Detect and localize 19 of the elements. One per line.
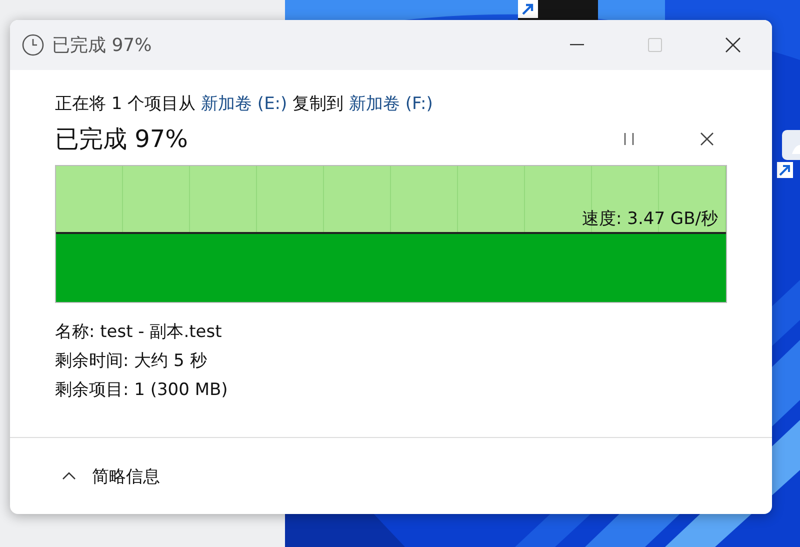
detail-line: 剩余时间: 大约 5 秒 <box>55 350 208 372</box>
speed-label: 速度: 3.47 GB/秒 <box>582 208 718 230</box>
shortcut-icon <box>518 0 538 18</box>
caret-icon <box>62 471 76 481</box>
detail-line: 剩余项目: 1 (300 MB) <box>55 379 229 401</box>
clock-icon <box>22 34 44 56</box>
minimize-icon <box>570 44 584 46</box>
copy-description: 正在将 1 个项目从 新加卷 (E:) 复制到 新加卷 (F:) <box>55 93 434 115</box>
window-title: 已完成 97% <box>52 34 153 57</box>
drive-link[interactable]: 新加卷 (E:) <box>201 94 288 114</box>
progress-title: 已完成 97% <box>55 124 189 155</box>
app-shortcut-icon <box>774 128 800 178</box>
maximize-icon <box>648 38 662 52</box>
pause-icon <box>623 132 635 146</box>
detail-line: 名称: test - 副本.test <box>55 321 223 343</box>
close-icon <box>725 37 741 53</box>
drive-link[interactable]: 新加卷 (F:) <box>348 94 433 114</box>
close-icon <box>700 132 714 146</box>
less-details-toggle[interactable]: 简略信息 <box>62 464 160 488</box>
